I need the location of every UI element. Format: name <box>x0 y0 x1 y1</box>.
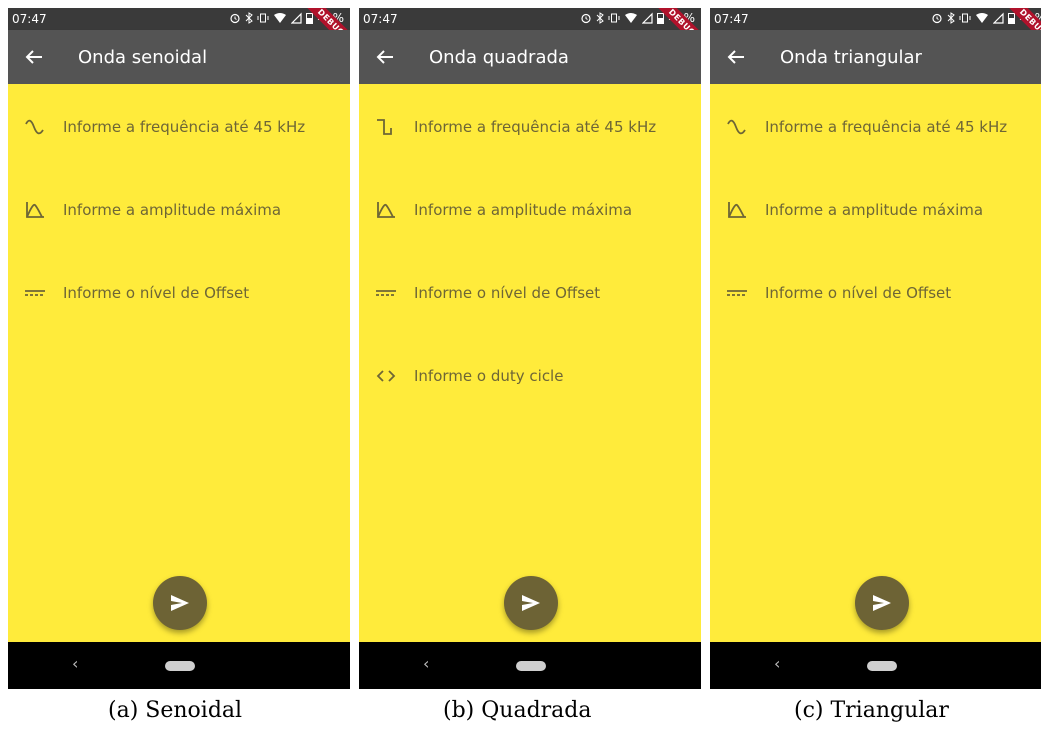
phone-screen-senoidal: 07:47 44% DEBUG Onda senoidal Informe a … <box>8 8 350 689</box>
bluetooth-icon <box>947 12 956 24</box>
app-bar: Onda senoidal <box>8 30 350 84</box>
offset-label: Informe o nível de Offset <box>414 284 601 302</box>
vibrate-icon <box>608 13 620 23</box>
form-body: Informe a frequência até 45 kHz Informe … <box>359 84 701 642</box>
frequency-label: Informe a frequência até 45 kHz <box>63 118 306 136</box>
alarm-icon <box>932 13 942 24</box>
send-button[interactable] <box>504 576 558 630</box>
offset-icon <box>727 290 747 296</box>
code-icon <box>376 370 396 382</box>
status-time: 07:47 <box>12 12 47 26</box>
amplitude-icon <box>728 202 746 218</box>
frequency-label: Informe a frequência até 45 kHz <box>414 118 657 136</box>
app-bar: Onda triangular <box>710 30 1041 84</box>
duty-cycle-label: Informe o duty cicle <box>414 367 564 385</box>
system-nav-bar: ‹ <box>710 642 1041 689</box>
vibrate-icon <box>959 13 971 23</box>
form-body: Informe a frequência até 45 kHz Informe … <box>710 84 1041 642</box>
bluetooth-icon <box>245 12 254 24</box>
nav-home-pill[interactable] <box>516 661 546 671</box>
square-wave-icon <box>377 119 392 135</box>
signal-icon <box>642 12 653 24</box>
offset-label: Informe o nível de Offset <box>63 284 250 302</box>
system-nav-bar: ‹ <box>8 642 350 689</box>
status-bar: 07:47 44% <box>710 8 1041 30</box>
phone-screen-triangular: 07:47 44% DEBUG Onda triangular Informe … <box>710 8 1041 689</box>
signal-icon <box>291 12 302 24</box>
frequency-field[interactable]: Informe a frequência até 45 kHz <box>359 108 701 148</box>
send-button[interactable] <box>855 576 909 630</box>
wifi-icon <box>625 13 638 23</box>
send-icon <box>171 595 189 611</box>
amplitude-field[interactable]: Informe a amplitude máxima <box>359 191 701 231</box>
caption-senoidal: (a) Senoidal <box>108 698 243 723</box>
amplitude-label: Informe a amplitude máxima <box>414 201 633 219</box>
offset-field[interactable]: Informe o nível de Offset <box>710 274 1041 314</box>
offset-label: Informe o nível de Offset <box>765 284 952 302</box>
status-time: 07:47 <box>714 12 749 26</box>
nav-back-icon[interactable]: ‹ <box>774 654 780 673</box>
amplitude-field[interactable]: Informe a amplitude máxima <box>710 191 1041 231</box>
send-icon <box>522 595 540 611</box>
offset-field[interactable]: Informe o nível de Offset <box>359 274 701 314</box>
wifi-icon <box>976 13 989 23</box>
form-body: Informe a frequência até 45 kHz Informe … <box>8 84 350 642</box>
nav-home-pill[interactable] <box>165 661 195 671</box>
sine-wave-icon <box>25 119 44 135</box>
frequency-field[interactable]: Informe a frequência até 45 kHz <box>8 108 350 148</box>
sine-wave-icon <box>727 119 746 135</box>
send-icon <box>873 595 891 611</box>
back-arrow-icon[interactable] <box>724 45 748 69</box>
signal-icon <box>993 12 1004 24</box>
frequency-label: Informe a frequência até 45 kHz <box>765 118 1008 136</box>
back-arrow-icon[interactable] <box>373 45 397 69</box>
alarm-icon <box>230 13 240 24</box>
amplitude-icon <box>377 202 395 218</box>
page-title: Onda triangular <box>780 47 922 68</box>
app-bar: Onda quadrada <box>359 30 701 84</box>
page-title: Onda senoidal <box>78 47 208 68</box>
duty-cycle-field[interactable]: Informe o duty cicle <box>359 357 701 397</box>
amplitude-field[interactable]: Informe a amplitude máxima <box>8 191 350 231</box>
amplitude-label: Informe a amplitude máxima <box>765 201 984 219</box>
alarm-icon <box>581 13 591 24</box>
status-bar: 07:47 44% <box>8 8 350 30</box>
system-nav-bar: ‹ <box>359 642 701 689</box>
vibrate-icon <box>257 13 269 23</box>
offset-icon <box>25 290 45 296</box>
caption-triangular: (c) Triangular <box>794 698 949 723</box>
amplitude-label: Informe a amplitude máxima <box>63 201 282 219</box>
nav-back-icon[interactable]: ‹ <box>72 654 78 673</box>
status-bar: 07:47 44% <box>359 8 701 30</box>
wifi-icon <box>274 13 287 23</box>
phone-screen-quadrada: 07:47 44% DEBUG Onda quadrada Informe a … <box>359 8 701 689</box>
frequency-field[interactable]: Informe a frequência até 45 kHz <box>710 108 1041 148</box>
page-title: Onda quadrada <box>429 47 569 68</box>
offset-field[interactable]: Informe o nível de Offset <box>8 274 350 314</box>
caption-quadrada: (b) Quadrada <box>443 698 592 723</box>
bluetooth-icon <box>596 12 605 24</box>
nav-home-pill[interactable] <box>867 661 897 671</box>
back-arrow-icon[interactable] <box>22 45 46 69</box>
nav-back-icon[interactable]: ‹ <box>423 654 429 673</box>
status-time: 07:47 <box>363 12 398 26</box>
amplitude-icon <box>26 202 44 218</box>
offset-icon <box>376 290 396 296</box>
send-button[interactable] <box>153 576 207 630</box>
